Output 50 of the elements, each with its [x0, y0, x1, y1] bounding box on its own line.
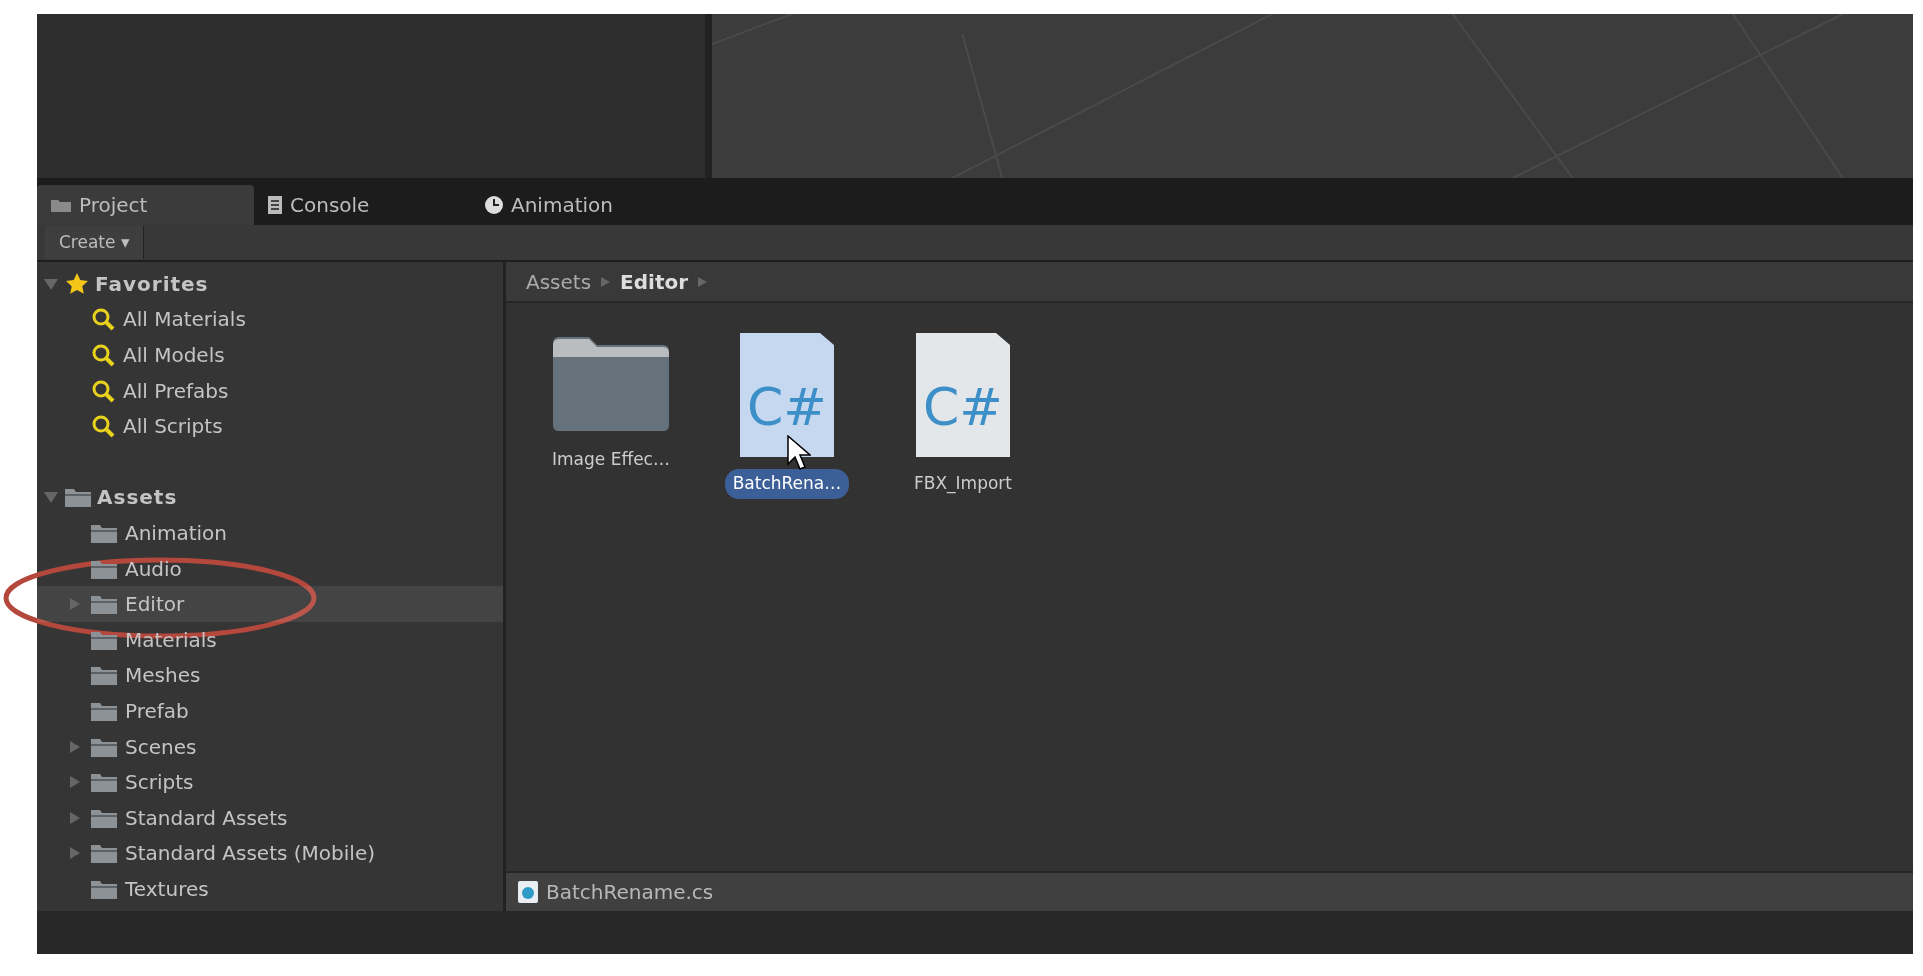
tree-item[interactable]: All Prefabs: [37, 372, 503, 409]
tree-item[interactable]: Audio: [37, 550, 503, 587]
folder-icon: [91, 558, 117, 579]
folder-icon: [65, 487, 91, 508]
create-button[interactable]: Create ▾: [45, 226, 145, 259]
folder-icon: [91, 878, 117, 899]
folder-icon: [91, 594, 117, 615]
tree-item[interactable]: All Scripts: [37, 408, 503, 444]
mouse-cursor-icon: [787, 435, 811, 471]
tree-item[interactable]: Animation: [37, 515, 503, 551]
clock-icon: [485, 196, 503, 214]
asset-label[interactable]: BatchRena…: [724, 469, 850, 499]
tree-item[interactable]: Standard Assets: [37, 799, 503, 836]
search-icon: [91, 414, 115, 439]
tree-item[interactable]: Prefab: [37, 693, 503, 729]
folder-icon: [51, 198, 71, 212]
asset-label[interactable]: FBX_Import: [906, 469, 1020, 499]
separator-arrow-icon: [601, 276, 611, 287]
tree-item[interactable]: Editor: [37, 586, 503, 622]
tab[interactable]: Animation: [471, 185, 688, 225]
tree-group-label[interactable]: Assets: [97, 482, 178, 513]
separator-arrow-icon: [698, 276, 708, 287]
search-icon: [91, 307, 115, 332]
folder-icon: [91, 629, 117, 650]
tree-item[interactable]: Standard Assets (Mobile): [37, 835, 503, 872]
tab[interactable]: Project: [37, 185, 254, 225]
folder-icon: [91, 522, 117, 543]
star-icon: [65, 271, 89, 296]
folder-icon: [91, 807, 117, 828]
folder-icon: [91, 736, 117, 757]
file-name: BatchRename.cs: [546, 879, 714, 906]
tree-item[interactable]: Scripts: [37, 764, 503, 800]
folder-icon: [91, 665, 117, 686]
folder-icon: [91, 843, 117, 864]
folder-icon: [91, 700, 117, 721]
script-file-icon: [518, 881, 538, 903]
tab[interactable]: Console: [254, 185, 471, 225]
search-icon: [91, 343, 115, 367]
tree-item[interactable]: All Models: [37, 337, 503, 373]
tree-item[interactable]: Scenes: [37, 728, 503, 765]
folder-icon: [91, 772, 117, 793]
search-icon: [91, 378, 115, 403]
tree-item[interactable]: All Materials: [37, 301, 503, 338]
tree-group-label[interactable]: Favorites: [95, 268, 209, 299]
breadcrumb-item[interactable]: Editor: [620, 266, 689, 297]
tree-item[interactable]: Meshes: [37, 657, 503, 694]
breadcrumb-item[interactable]: Assets: [526, 266, 592, 297]
asset-label[interactable]: Image Effec…: [544, 445, 678, 475]
tree-item[interactable]: Textures: [37, 871, 503, 907]
document-icon: [268, 196, 282, 214]
